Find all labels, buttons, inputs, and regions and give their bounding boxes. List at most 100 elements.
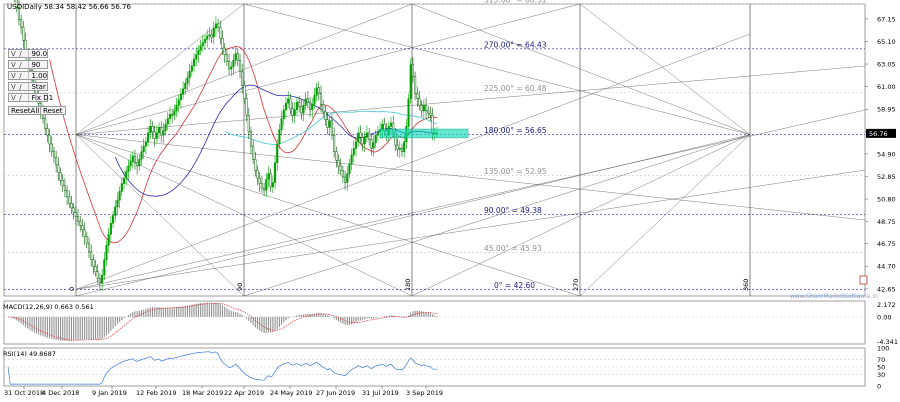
candle-body <box>416 93 419 100</box>
candle-body <box>249 131 253 147</box>
panel-row-check: V <box>11 94 16 102</box>
candle-body <box>344 176 347 183</box>
candle-body <box>142 145 145 152</box>
candle-body <box>418 98 421 106</box>
candle-body <box>256 170 259 179</box>
price-zone <box>379 128 469 139</box>
panel-row-check: V <box>11 72 16 80</box>
candle-body <box>252 145 255 160</box>
candle-body <box>171 113 174 116</box>
candle-body <box>365 132 369 138</box>
panel-row-timeframe[interactable]: V / Fix D1 <box>8 93 53 103</box>
reset-all-button[interactable]: ResetAll <box>8 106 43 115</box>
candle-body <box>66 189 69 198</box>
price-tick-label: 54.90 <box>877 150 896 158</box>
candle-body <box>114 206 117 216</box>
candle-body <box>46 128 49 136</box>
panel-row-mode[interactable]: V / Star <box>8 82 48 92</box>
candle-body <box>87 242 91 253</box>
candle-body <box>298 101 301 107</box>
gann-level-label: 315.00° = 68.51 <box>484 0 547 4</box>
candle-body <box>271 182 274 188</box>
candle-body <box>319 93 323 105</box>
candle-body <box>20 19 23 28</box>
x-axis-label: 31 Oct 2018 <box>4 389 44 397</box>
candle-body <box>236 53 239 61</box>
panel-row-scale[interactable]: V / 90 <box>8 60 48 70</box>
header-label: USOIDaily 58.34 58.42 56.66 56.76 <box>7 3 131 11</box>
candle-body <box>374 134 377 144</box>
candle-body <box>381 123 384 130</box>
current-price-label: 56.76 <box>869 130 888 138</box>
candle-body <box>63 185 66 191</box>
candle-body <box>295 101 298 111</box>
candle-body <box>223 47 226 55</box>
candle-body <box>133 155 136 163</box>
candle-body <box>81 225 84 231</box>
price-tick-label: 65.10 <box>877 38 896 46</box>
candle-body <box>357 132 360 142</box>
candle-body <box>427 110 430 114</box>
gann-level-label: 225.00° = 60.48 <box>484 84 547 93</box>
x-axis-label: 31 Jul 2019 <box>362 389 399 397</box>
panel-row-slash: / <box>19 61 22 69</box>
reset-button[interactable]: Reset <box>40 106 66 115</box>
candle-body <box>214 23 217 29</box>
price-tick-label: 44.70 <box>877 263 896 271</box>
candle-body <box>407 98 410 127</box>
candle-body <box>217 23 220 28</box>
candle-body <box>103 259 106 276</box>
candle-body <box>219 26 222 39</box>
candle-body <box>409 64 412 100</box>
candle-body <box>276 143 279 163</box>
candle-body <box>201 42 204 47</box>
panel-row-ratio[interactable]: V / 1.00 <box>8 71 48 81</box>
candle-body <box>309 101 312 111</box>
candle-body <box>372 142 375 149</box>
candle-body <box>363 137 366 145</box>
candle-body <box>68 196 71 204</box>
candle-body <box>55 156 58 166</box>
gann-level-label: 90.00° = 49.38 <box>484 206 542 215</box>
candle-body <box>359 132 362 138</box>
candle-body <box>269 173 272 188</box>
price-tick-label: 61.00 <box>877 83 896 91</box>
panel-row-value: Fix D1 <box>28 94 53 103</box>
candle-body <box>210 34 213 38</box>
candle-body <box>422 105 425 112</box>
candle-body <box>291 108 294 116</box>
candle-body <box>109 223 112 235</box>
candle-body <box>429 112 432 116</box>
candle-body <box>186 77 189 84</box>
candle-body <box>74 212 77 217</box>
candle-body <box>260 183 263 189</box>
panel-row-angle[interactable]: V / 90.0 <box>8 49 48 59</box>
watermark: www.ShareMarketSoftware.in <box>790 293 878 300</box>
chart-window: 67.1565.1063.0561.0058.9556.9054.9052.85… <box>0 0 900 400</box>
price-tick-label: 50.80 <box>877 196 896 204</box>
candle-body <box>208 34 211 37</box>
candle-body <box>230 66 233 70</box>
x-axis-label: 27 Jun 2019 <box>316 389 355 397</box>
price-tick-label: 48.75 <box>877 218 896 226</box>
candle-body <box>328 120 331 128</box>
candle-body <box>203 39 207 43</box>
candle-body <box>206 35 209 40</box>
candle-body <box>85 236 88 244</box>
candle-body <box>129 161 132 167</box>
gann-level-label: 45.00° = 45.93 <box>484 244 542 253</box>
candle-body <box>414 76 417 94</box>
candle-body <box>195 54 198 60</box>
candle-body <box>315 87 318 96</box>
candle-body <box>368 132 371 140</box>
chart-canvas[interactable]: 67.1565.1063.0561.0058.9556.9054.9052.85… <box>0 0 900 400</box>
candle-body <box>164 123 167 131</box>
panel-row-slash: / <box>19 72 22 80</box>
candle-body <box>341 170 344 178</box>
candle-body <box>247 115 250 133</box>
price-panel <box>3 3 866 297</box>
candle-body <box>228 61 231 70</box>
candle-body <box>254 159 257 171</box>
panel-row-check: V <box>11 61 16 69</box>
candle-body <box>153 131 156 139</box>
